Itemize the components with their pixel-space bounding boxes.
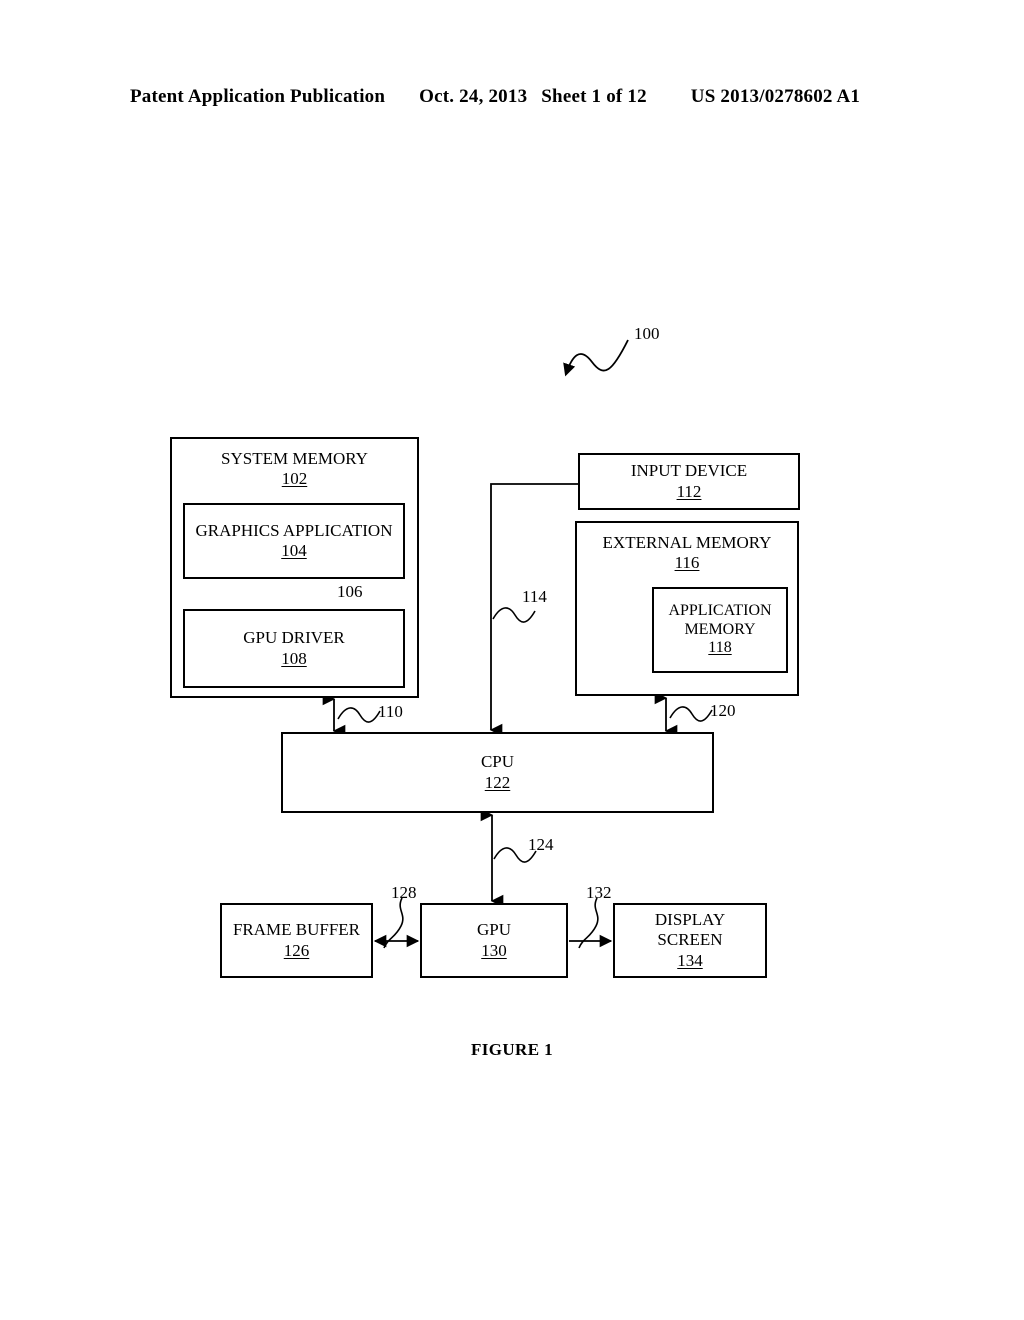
block-gpu: GPU 130 [420,903,568,978]
block-graphics-application: GRAPHICS APPLICATION 104 [183,503,405,579]
connector-120 [654,691,713,738]
reference-label-120: 120 [710,701,736,720]
reference-label-100: 100 [634,324,660,343]
block-frame-buffer: FRAME BUFFER 126 [220,903,373,978]
block-graphics-application-ref: 104 [281,541,307,560]
block-application-memory-ref: 118 [708,639,732,657]
figure-caption: FIGURE 1 [470,1040,554,1059]
reference-label-106: 106 [337,582,363,601]
reference-label-124: 124 [528,835,554,854]
block-external-memory-title: EXTERNAL MEMORY [602,533,772,552]
block-input-device-title: INPUT DEVICE [630,461,748,481]
block-cpu: CPU 122 [281,732,714,813]
block-gpu-ref: 130 [481,940,507,960]
reference-label-128: 128 [391,883,417,902]
block-display-screen-title-line1: DISPLAY [654,910,726,930]
block-application-memory-title-line2: MEMORY [684,620,756,638]
reference-label-110: 110 [378,702,403,721]
block-application-memory: APPLICATION MEMORY 118 [652,587,788,673]
block-system-memory-ref: 102 [281,469,308,489]
reference-label-114: 114 [522,587,547,606]
connector-128 [373,897,420,949]
block-input-device: INPUT DEVICE 112 [578,453,800,510]
block-gpu-driver-ref: 108 [281,648,307,668]
connector-110 [322,692,381,738]
block-application-memory-title-line1: APPLICATION [668,601,772,619]
leader-100 [563,339,629,377]
block-frame-buffer-title: FRAME BUFFER [232,920,361,940]
block-gpu-driver-title: GPU DRIVER [243,628,345,648]
block-cpu-ref: 122 [484,772,511,792]
connector-114 [489,483,578,737]
block-display-screen-title-line2: SCREEN [657,930,723,950]
block-system-memory-title: SYSTEM MEMORY [221,449,368,468]
block-cpu-title: CPU [480,752,515,772]
connector-124 [480,808,537,908]
block-gpu-title: GPU [476,920,511,940]
block-frame-buffer-ref: 126 [283,940,310,960]
block-display-screen: DISPLAY SCREEN 134 [613,903,767,978]
block-external-memory-ref: 116 [674,553,700,573]
connector-132 [569,897,613,949]
block-display-screen-ref: 134 [677,950,703,970]
diagram-connectors-layer [284,339,713,949]
reference-label-132: 132 [586,883,612,902]
block-gpu-driver: GPU DRIVER 108 [183,609,405,688]
block-graphics-application-title: GRAPHICS APPLICATION [195,520,393,540]
figure-1-diagram: SYSTEM MEMORY 102 GRAPHICS APPLICATION 1… [0,0,1024,1320]
block-input-device-ref: 112 [676,481,702,501]
